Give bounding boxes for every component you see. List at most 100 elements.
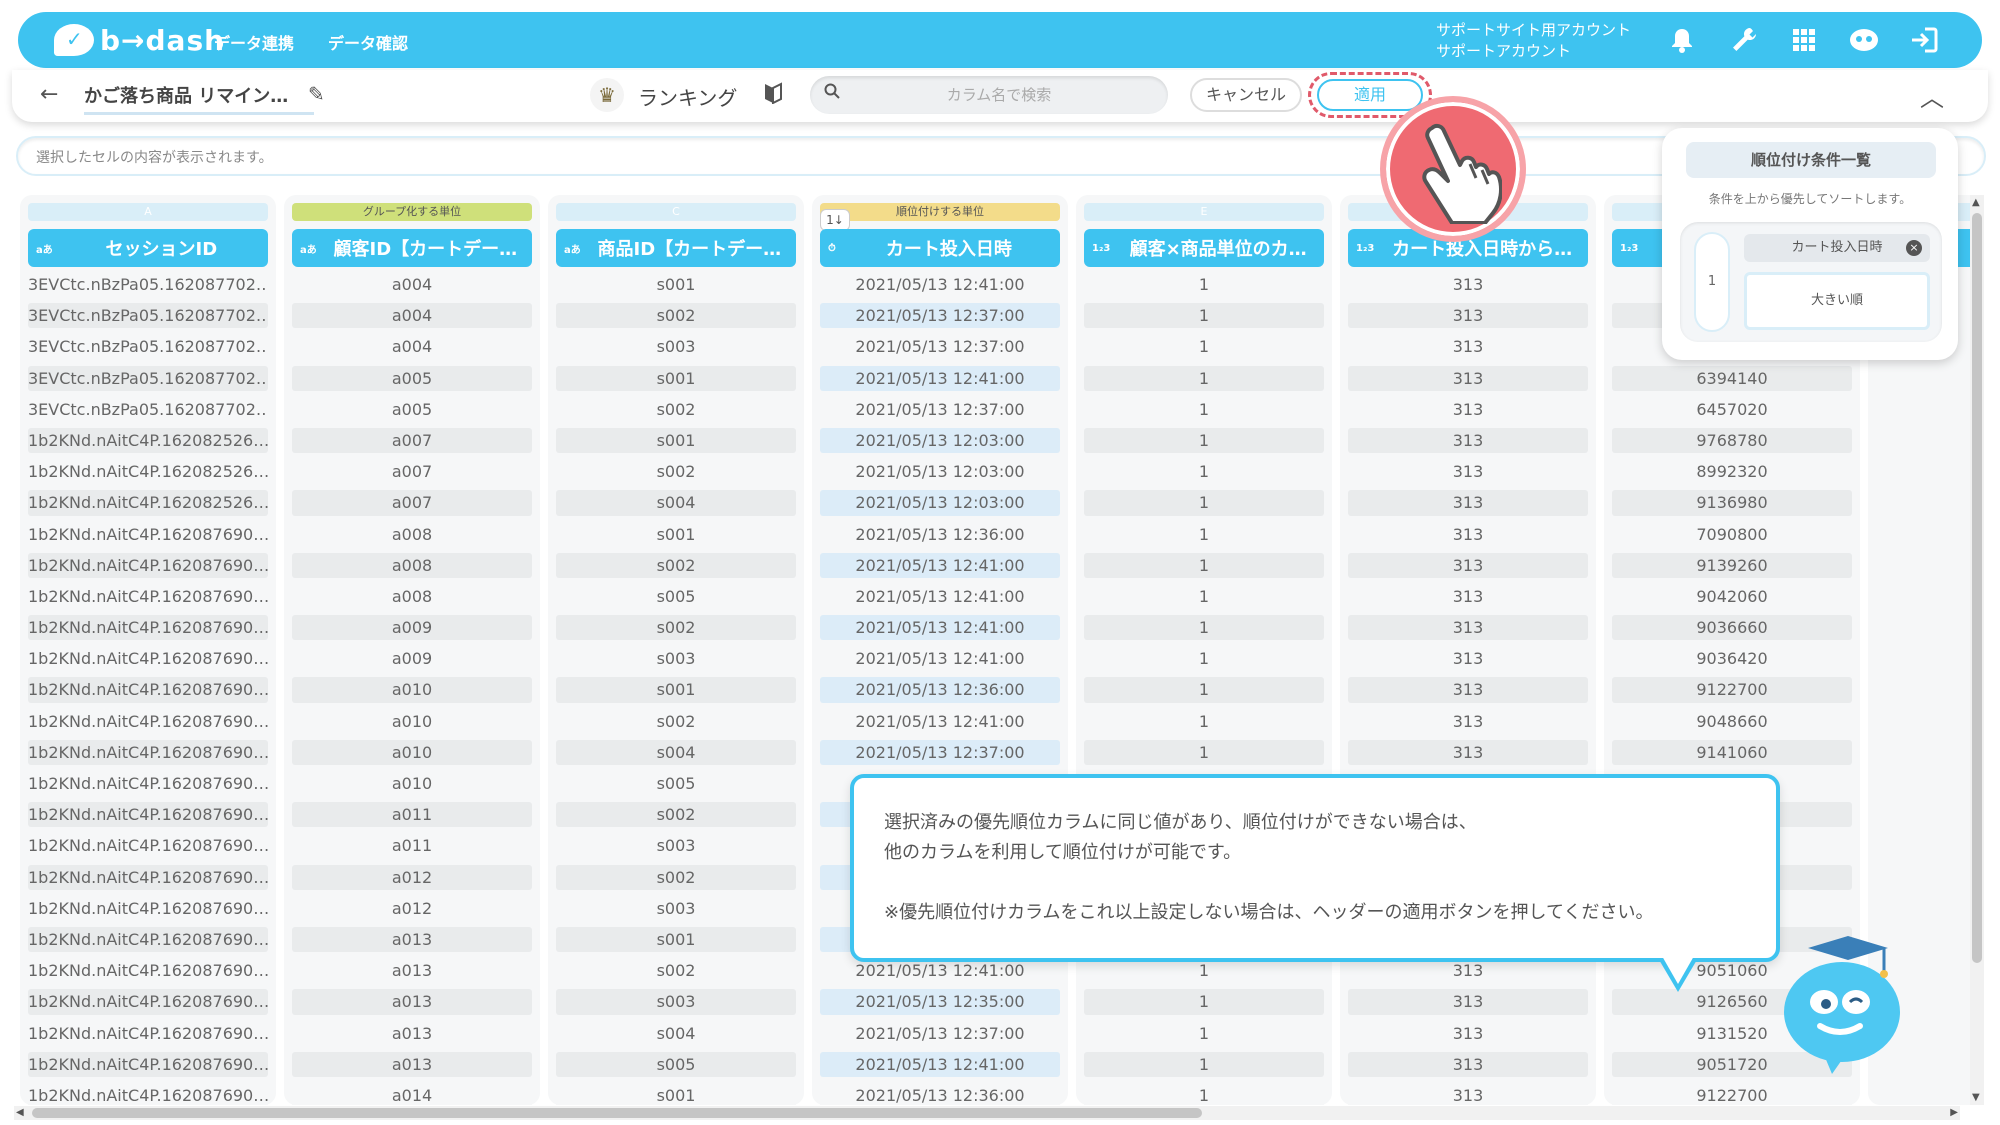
table-cell[interactable]: 1 bbox=[1084, 521, 1324, 547]
table-cell[interactable]: 1b2KNd.nAitC4P.162087690… bbox=[28, 708, 268, 734]
table-cell[interactable]: s001 bbox=[556, 427, 796, 454]
beginner-mark-icon[interactable] bbox=[764, 82, 782, 110]
table-cell[interactable]: 3EVCtc.nBzPa05.162087702… bbox=[28, 303, 268, 329]
table-cell[interactable]: a010 bbox=[292, 739, 532, 765]
table-cell[interactable]: 1 bbox=[1084, 739, 1324, 765]
table-cell[interactable]: 313 bbox=[1348, 521, 1588, 547]
table-cell[interactable]: a012 bbox=[292, 864, 532, 890]
table-cell[interactable]: 2021/05/13 12:41:00 bbox=[820, 1051, 1060, 1077]
table-cell[interactable]: s001 bbox=[556, 926, 796, 953]
table-cell[interactable]: 1 bbox=[1084, 646, 1324, 672]
table-cell[interactable]: 313 bbox=[1348, 427, 1588, 454]
table-cell[interactable]: a005 bbox=[292, 396, 532, 422]
table-cell[interactable]: 313 bbox=[1348, 459, 1588, 485]
table-cell[interactable]: 9036420 bbox=[1612, 646, 1852, 672]
table-cell[interactable]: 9136980 bbox=[1612, 490, 1852, 516]
table-cell[interactable]: s002 bbox=[556, 958, 796, 984]
table-cell[interactable]: 2021/05/13 12:37:00 bbox=[820, 739, 1060, 765]
table-cell[interactable]: s005 bbox=[556, 583, 796, 610]
table-cell[interactable]: 1b2KNd.nAitC4P.162087690… bbox=[28, 646, 268, 672]
table-cell[interactable]: s002 bbox=[556, 708, 796, 734]
table-cell[interactable]: 1b2KNd.nAitC4P.162082526… bbox=[28, 459, 268, 485]
table-cell[interactable]: 1b2KNd.nAitC4P.162087690… bbox=[28, 1020, 268, 1046]
grid-column[interactable]: 順位付けする単位 1↓ ⏱ カート投入日時 2021/05/13 12:41:00 202… bbox=[812, 195, 1068, 1105]
table-cell[interactable]: s002 bbox=[556, 802, 796, 828]
bell-icon[interactable] bbox=[1664, 24, 1700, 56]
table-cell[interactable]: 1b2KNd.nAitC4P.162087690… bbox=[28, 1082, 268, 1105]
ranking-condition-item[interactable]: 1 カート投入日時 × 大きい順 bbox=[1680, 222, 1942, 342]
table-cell[interactable]: a008 bbox=[292, 552, 532, 578]
table-cell[interactable]: 2021/05/13 12:03:00 bbox=[820, 459, 1060, 485]
table-cell[interactable]: s002 bbox=[556, 615, 796, 641]
table-cell[interactable]: 313 bbox=[1348, 708, 1588, 734]
apps-grid-icon[interactable] bbox=[1786, 24, 1822, 56]
table-cell[interactable]: 9141060 bbox=[1612, 739, 1852, 765]
table-cell[interactable]: 313 bbox=[1348, 365, 1588, 391]
table-cell[interactable]: 1b2KNd.nAitC4P.162087690… bbox=[28, 1051, 268, 1077]
account-info[interactable]: サポートサイト用アカウント サポートアカウント bbox=[1436, 20, 1631, 62]
table-cell[interactable]: 2021/05/13 12:37:00 bbox=[820, 1020, 1060, 1046]
table-cell[interactable]: 1b2KNd.nAitC4P.162087690… bbox=[28, 739, 268, 765]
table-cell[interactable]: 1 bbox=[1084, 459, 1324, 485]
table-cell[interactable]: 313 bbox=[1348, 1020, 1588, 1046]
table-cell[interactable]: a004 bbox=[292, 272, 532, 298]
table-cell[interactable]: 2021/05/13 12:03:00 bbox=[820, 490, 1060, 516]
table-cell[interactable]: s001 bbox=[556, 521, 796, 547]
table-cell[interactable]: s002 bbox=[556, 864, 796, 890]
support-mascot-icon[interactable] bbox=[1846, 24, 1882, 56]
table-cell[interactable]: a008 bbox=[292, 583, 532, 610]
table-cell[interactable]: 313 bbox=[1348, 272, 1588, 298]
table-cell[interactable]: 1 bbox=[1084, 272, 1324, 298]
table-cell[interactable]: 1 bbox=[1084, 1082, 1324, 1105]
grid-column[interactable]: Aaあ セッションID 3EVCtc.nBzPa05.162087702… 3EVCt… bbox=[20, 195, 276, 1105]
table-cell[interactable]: 2021/05/13 12:41:00 bbox=[820, 365, 1060, 391]
table-cell[interactable]: a012 bbox=[292, 895, 532, 921]
logout-icon[interactable] bbox=[1906, 24, 1942, 56]
grid-column[interactable]: Caあ 商品ID【カートデー… s001 s002 s003 s001 s002 s001 s0… bbox=[548, 195, 804, 1105]
remove-condition-icon[interactable]: × bbox=[1906, 240, 1922, 256]
table-cell[interactable]: 3EVCtc.nBzPa05.162087702… bbox=[28, 365, 268, 391]
table-cell[interactable]: 1b2KNd.nAitC4P.162087690… bbox=[28, 552, 268, 578]
table-cell[interactable]: 2021/05/13 12:41:00 bbox=[820, 552, 1060, 578]
horizontal-scroll-thumb[interactable] bbox=[32, 1108, 1202, 1118]
back-arrow-icon[interactable]: ← bbox=[40, 82, 58, 107]
table-cell[interactable]: a014 bbox=[292, 1082, 532, 1105]
table-cell[interactable]: a013 bbox=[292, 989, 532, 1015]
table-cell[interactable]: a009 bbox=[292, 646, 532, 672]
grid-column[interactable]: E 1₂3 顧客×商品単位のカ… 1 1 1 1 1 1 1 1 1 1 1 1 1 1 1 1 1 1 1 1 1 bbox=[1076, 195, 1332, 1105]
collapse-chevron-icon[interactable]: ︿ bbox=[1920, 78, 1944, 113]
table-cell[interactable]: 1 bbox=[1084, 365, 1324, 391]
table-cell[interactable]: a004 bbox=[292, 303, 532, 329]
vertical-scroll-thumb[interactable] bbox=[1972, 213, 1982, 963]
column-header[interactable]: ⏱ カート投入日時 bbox=[820, 229, 1060, 267]
scroll-down-arrow-icon[interactable]: ▼ bbox=[1972, 1092, 1980, 1103]
table-cell[interactable]: 1 bbox=[1084, 615, 1324, 641]
table-cell[interactable]: a010 bbox=[292, 677, 532, 703]
table-cell[interactable]: a010 bbox=[292, 708, 532, 734]
table-cell[interactable]: a005 bbox=[292, 365, 532, 391]
table-cell[interactable]: s005 bbox=[556, 771, 796, 797]
grid-column[interactable]: 1₂3 カート投入日時から… 313 313 313 313 313 313 313 313 313… bbox=[1340, 195, 1596, 1105]
table-cell[interactable]: 1 bbox=[1084, 490, 1324, 516]
bdash-logo[interactable]: b→dash bbox=[54, 24, 225, 57]
table-cell[interactable]: a011 bbox=[292, 802, 532, 828]
table-cell[interactable]: 1 bbox=[1084, 396, 1324, 422]
table-cell[interactable]: s001 bbox=[556, 677, 796, 703]
table-cell[interactable]: 2021/05/13 12:36:00 bbox=[820, 521, 1060, 547]
table-cell[interactable]: 1 bbox=[1084, 303, 1324, 329]
table-cell[interactable]: 2021/05/13 12:41:00 bbox=[820, 583, 1060, 610]
table-cell[interactable]: 1b2KNd.nAitC4P.162087690… bbox=[28, 864, 268, 890]
table-cell[interactable]: 2021/05/13 12:41:00 bbox=[820, 615, 1060, 641]
table-cell[interactable]: 2021/05/13 12:03:00 bbox=[820, 427, 1060, 454]
nav-data-check[interactable]: データ確認 bbox=[328, 30, 408, 54]
table-cell[interactable]: 2021/05/13 12:41:00 bbox=[820, 646, 1060, 672]
table-cell[interactable]: 1b2KNd.nAitC4P.162082526… bbox=[28, 490, 268, 516]
grid-column[interactable]: グループ化する単位 aあ 顧客ID【カートデー… a004 a004 a004 a005 a0… bbox=[284, 195, 540, 1105]
table-cell[interactable]: 1 bbox=[1084, 1020, 1324, 1046]
column-header[interactable]: aあ 商品ID【カートデー… bbox=[556, 229, 796, 267]
table-cell[interactable]: a010 bbox=[292, 771, 532, 797]
table-cell[interactable]: 1b2KNd.nAitC4P.162087690… bbox=[28, 958, 268, 984]
table-cell[interactable]: 1b2KNd.nAitC4P.162087690… bbox=[28, 677, 268, 703]
table-cell[interactable]: s002 bbox=[556, 459, 796, 485]
cancel-button[interactable]: キャンセル bbox=[1190, 78, 1302, 112]
